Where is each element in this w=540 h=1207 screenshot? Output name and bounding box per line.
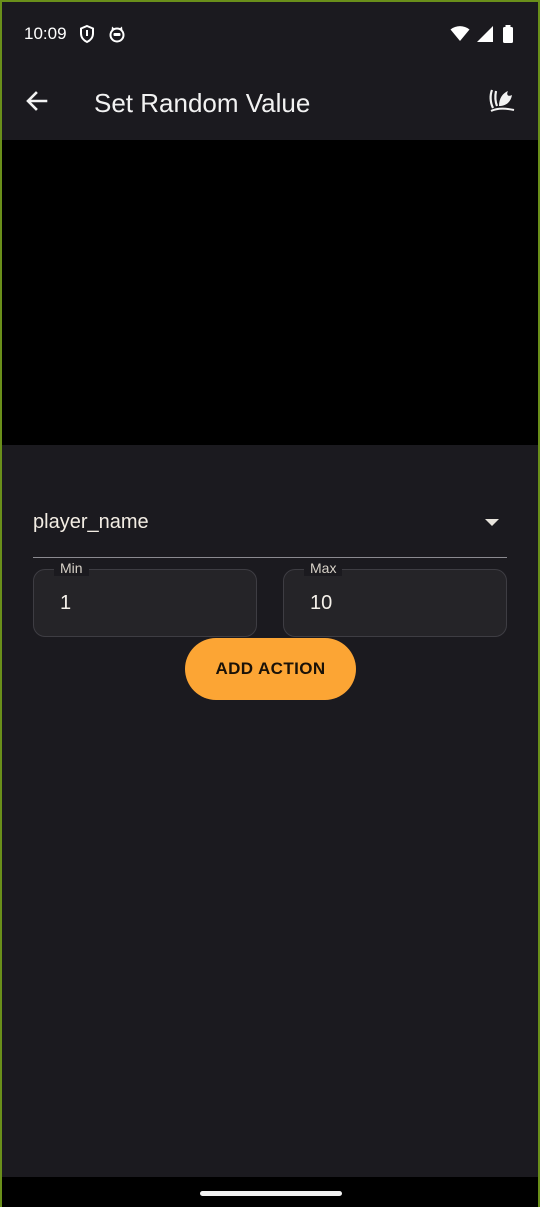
dropdown-selected-value: player_name	[33, 510, 149, 533]
app-logo-icon	[487, 86, 517, 121]
wifi-icon	[450, 24, 470, 44]
status-bar: 10:09	[2, 2, 538, 66]
media-area	[2, 140, 538, 445]
status-right	[450, 24, 516, 44]
variable-dropdown[interactable]: player_name	[33, 487, 507, 558]
max-field-value: 10	[310, 592, 333, 614]
max-field[interactable]: Max 10	[283, 560, 507, 637]
navigation-bar	[2, 1177, 538, 1207]
battery-icon	[502, 24, 516, 44]
back-button[interactable]	[2, 66, 72, 140]
app-logo-button[interactable]	[474, 66, 530, 140]
shield-icon	[77, 24, 97, 44]
status-left: 10:09	[24, 24, 127, 44]
arrow-back-icon	[24, 88, 50, 119]
min-field-value: 1	[60, 592, 72, 614]
dropdown-arrow-icon	[485, 518, 499, 526]
min-field[interactable]: Min 1	[33, 560, 257, 637]
page-title: Set Random Value	[94, 87, 311, 118]
app-bar: Set Random Value	[2, 66, 538, 140]
cat-face-icon	[107, 24, 127, 44]
min-field-label: Min	[54, 560, 89, 576]
cell-signal-icon	[476, 24, 496, 44]
screen: 10:09 Set Random Value player_name Min 1…	[0, 0, 540, 1207]
status-time: 10:09	[24, 24, 67, 43]
max-field-label: Max	[304, 560, 343, 576]
add-action-button[interactable]: ADD ACTION	[185, 638, 356, 700]
home-gesture-handle[interactable]	[200, 1191, 342, 1196]
